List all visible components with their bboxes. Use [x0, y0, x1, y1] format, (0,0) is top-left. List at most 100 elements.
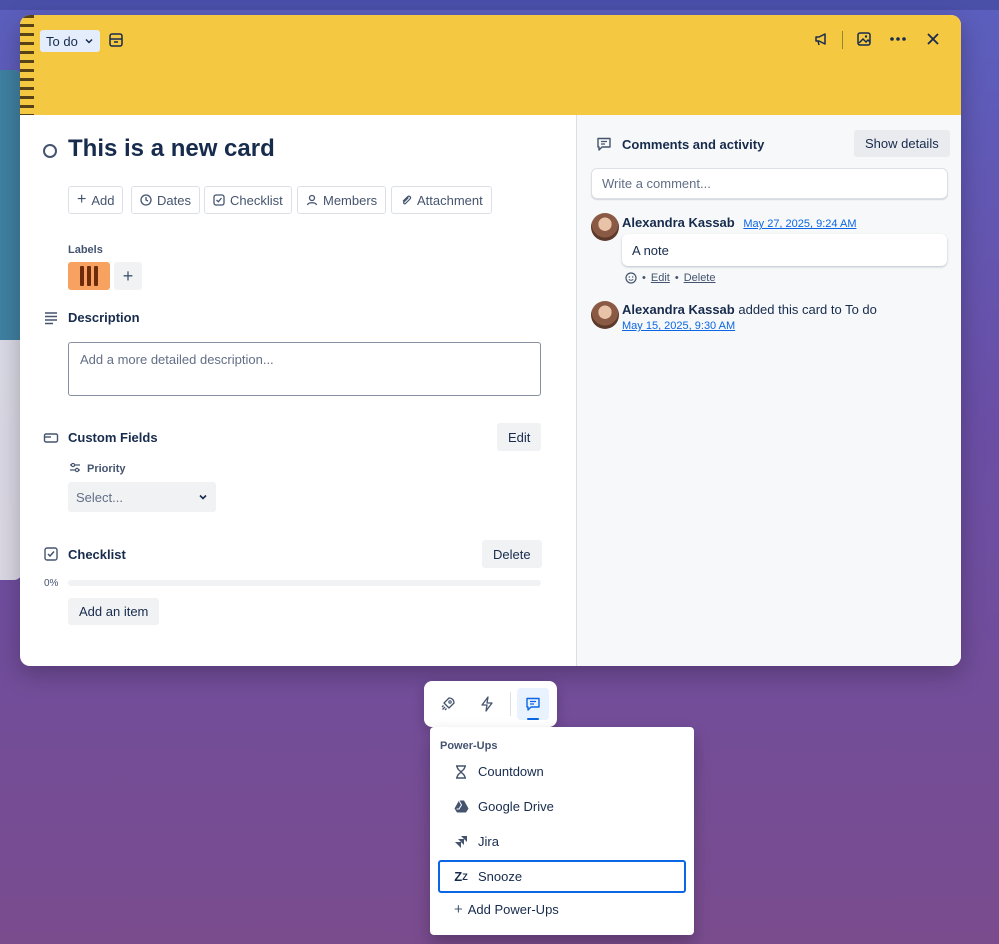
- person-icon: [306, 194, 318, 206]
- add-power-ups-link[interactable]: + Add Power-Ups: [454, 901, 559, 918]
- dates-button-label: Dates: [157, 192, 191, 208]
- checklist-progress-text: 0%: [44, 578, 59, 589]
- checklist-heading: Checklist: [68, 547, 126, 562]
- avatar: [591, 213, 619, 241]
- card-modal: To do This is a new card + Add Dates Che…: [20, 15, 961, 666]
- card-toolbar: [424, 681, 557, 727]
- cover-spiral-decoration: [20, 15, 34, 115]
- attachment-button[interactable]: Attachment: [391, 186, 492, 214]
- separator-dot: •: [642, 272, 646, 284]
- power-ups-title: Power-Ups: [440, 740, 498, 752]
- field-type-icon: [70, 463, 80, 473]
- google-drive-icon: [453, 799, 469, 815]
- avatar: [591, 301, 619, 329]
- jira-icon: [453, 834, 469, 850]
- board-header-background: [0, 0, 999, 10]
- comment-icon[interactable]: [517, 688, 549, 720]
- more-options-icon[interactable]: [884, 25, 912, 53]
- close-icon[interactable]: [919, 25, 947, 53]
- description-heading: Description: [68, 310, 140, 325]
- activity-event: Alexandra Kassab added this card to To d…: [622, 302, 877, 317]
- plus-icon: +: [122, 265, 134, 286]
- label-pattern-bar: [87, 266, 91, 286]
- activity-panel: Comments and activity Show details Write…: [576, 115, 961, 666]
- comment-icon: [597, 137, 611, 151]
- list-name: To do: [46, 33, 78, 49]
- clock-icon: [140, 194, 152, 206]
- comment-body: A note: [622, 234, 947, 266]
- card-main-column: This is a new card + Add Dates Checklist…: [20, 115, 576, 666]
- hourglass-icon: [453, 764, 469, 780]
- comment-input[interactable]: Write a comment...: [591, 168, 948, 199]
- complete-toggle[interactable]: [43, 144, 57, 158]
- toolbar-divider: [510, 692, 511, 716]
- power-up-label: Jira: [478, 834, 499, 849]
- power-ups-menu: Power-Ups Countdown Google Drive Jira ZZ…: [430, 727, 694, 935]
- separator-dot: •: [674, 272, 679, 284]
- comment-actions: • Edit • Delete: [625, 272, 715, 284]
- add-checklist-item-button[interactable]: Add an item: [68, 598, 160, 625]
- description-input[interactable]: Add a more detailed description...: [68, 342, 541, 396]
- card-title[interactable]: This is a new card: [68, 135, 275, 163]
- active-tab-indicator: [527, 718, 539, 720]
- paperclip-icon: [402, 195, 412, 205]
- add-label-button[interactable]: +: [114, 262, 142, 290]
- label-chip[interactable]: [68, 262, 110, 290]
- edit-comment-link[interactable]: Edit: [651, 272, 670, 284]
- comment-author: Alexandra Kassab: [622, 215, 735, 230]
- card-cover: To do: [20, 15, 961, 115]
- cover-image-icon[interactable]: [850, 25, 878, 53]
- label-pattern-bar: [80, 266, 84, 286]
- cover-divider: [842, 31, 843, 49]
- lightning-icon[interactable]: [471, 688, 503, 720]
- power-up-label: Snooze: [478, 869, 523, 884]
- checklist-delete-button[interactable]: Delete: [482, 540, 542, 568]
- members-button[interactable]: Members: [297, 186, 387, 214]
- power-up-label: Google Drive: [478, 799, 554, 814]
- archive-icon[interactable]: [102, 26, 130, 54]
- event-text: added this card to To do: [738, 302, 877, 317]
- comment-timestamp-link[interactable]: May 27, 2025, 9:24 AM: [743, 218, 856, 230]
- priority-select-value: Select...: [76, 489, 123, 505]
- megaphone-icon[interactable]: [807, 25, 835, 53]
- custom-fields-edit-button[interactable]: Edit: [497, 423, 542, 451]
- add-power-ups-label: Add Power-Ups: [467, 902, 559, 917]
- plus-icon: +: [77, 191, 87, 208]
- priority-label: Priority: [87, 463, 126, 475]
- delete-comment-link[interactable]: Delete: [684, 272, 716, 284]
- power-up-snooze[interactable]: ZZ Snooze: [438, 860, 686, 893]
- snooze-icon: ZZ: [454, 869, 468, 884]
- activity-heading: Comments and activity: [622, 137, 765, 152]
- checkbox-icon: [213, 194, 225, 206]
- attachment-button-label: Attachment: [417, 192, 483, 208]
- rocket-icon[interactable]: [432, 688, 464, 720]
- background-list-cover: [0, 70, 22, 340]
- comment-header: Alexandra Kassab May 27, 2025, 9:24 AM: [622, 215, 857, 230]
- label-pattern-bar: [94, 266, 98, 286]
- checklist-button[interactable]: Checklist: [204, 186, 292, 214]
- dates-button[interactable]: Dates: [131, 186, 200, 214]
- chevron-down-icon: [85, 38, 93, 44]
- list-selector-button[interactable]: To do: [40, 30, 100, 52]
- emoji-reaction-icon[interactable]: [625, 272, 637, 284]
- power-up-label: Countdown: [478, 764, 544, 779]
- checklist-progress-bar: [68, 580, 541, 586]
- power-up-google-drive[interactable]: Google Drive: [438, 790, 686, 823]
- checklist-icon: [44, 547, 58, 561]
- event-timestamp-link[interactable]: May 15, 2025, 9:30 AM: [622, 320, 735, 332]
- chevron-down-icon: [199, 494, 207, 500]
- add-button[interactable]: + Add: [68, 186, 124, 214]
- labels-heading: Labels: [68, 244, 103, 256]
- custom-fields-heading: Custom Fields: [68, 430, 158, 445]
- priority-select[interactable]: Select...: [68, 482, 216, 512]
- power-up-jira[interactable]: Jira: [438, 825, 686, 858]
- members-button-label: Members: [323, 192, 378, 208]
- checklist-button-label: Checklist: [230, 192, 283, 208]
- event-author: Alexandra Kassab: [622, 302, 735, 317]
- description-icon: [45, 312, 57, 325]
- add-button-label: Add: [91, 192, 115, 208]
- show-details-button[interactable]: Show details: [854, 130, 950, 157]
- power-up-countdown[interactable]: Countdown: [438, 755, 686, 788]
- custom-fields-icon: [43, 433, 59, 443]
- plus-icon: +: [454, 901, 463, 918]
